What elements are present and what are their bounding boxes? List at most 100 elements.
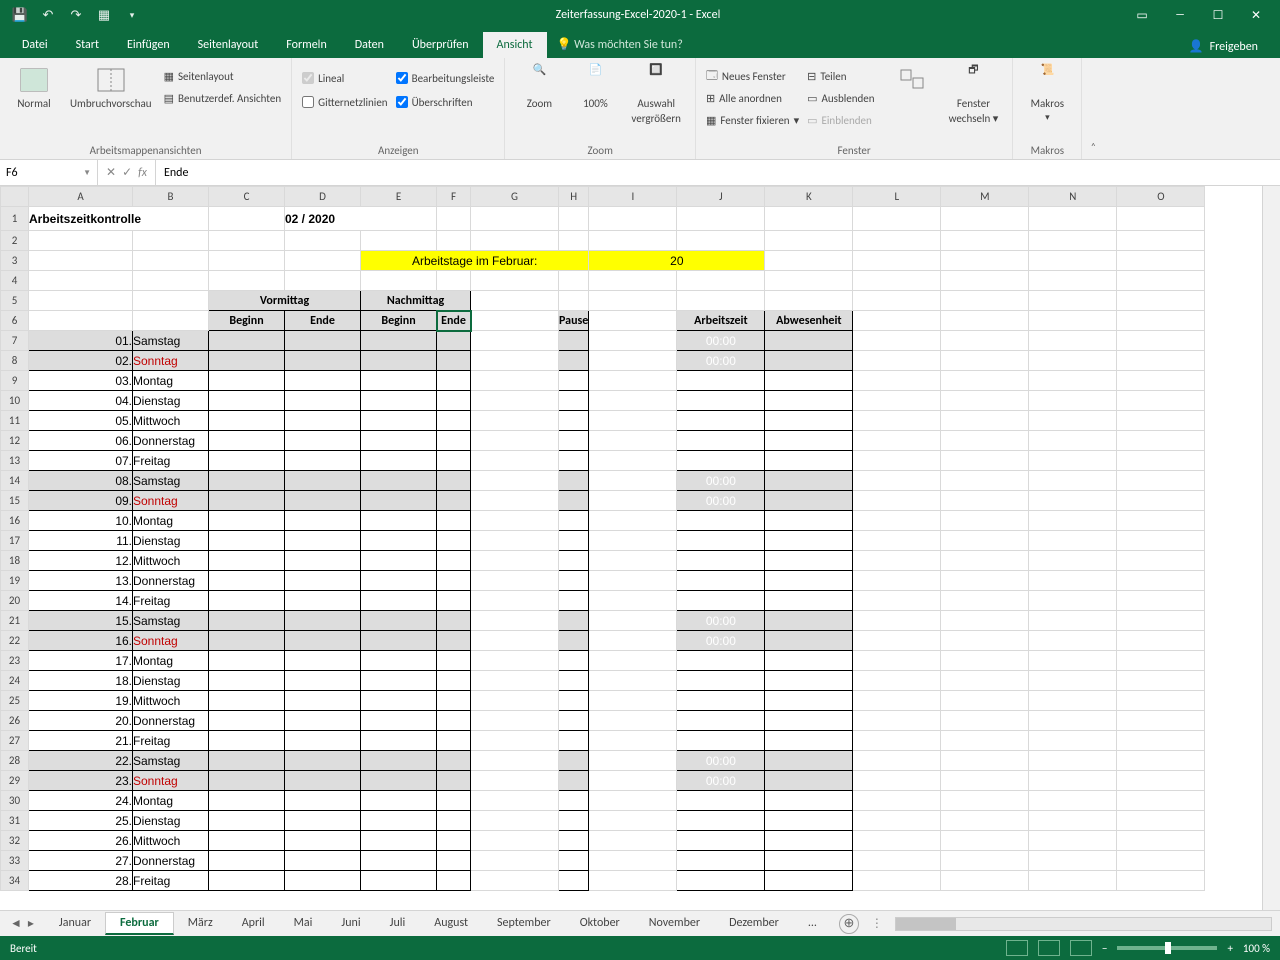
fenster-wechseln-button[interactable]: 🗗Fensterwechseln ▾ <box>945 62 1003 127</box>
row-header-14[interactable]: 14 <box>1 471 29 491</box>
sheet-tab-november[interactable]: November <box>634 912 715 935</box>
tab-daten[interactable]: Daten <box>341 32 398 58</box>
row-header-29[interactable]: 29 <box>1 771 29 791</box>
arbeitszeit-cell[interactable] <box>677 411 765 431</box>
row-header-32[interactable]: 32 <box>1 831 29 851</box>
tab-datei[interactable]: Datei <box>8 32 62 58</box>
day-name[interactable]: Donnerstag <box>133 711 209 731</box>
row-header-31[interactable]: 31 <box>1 811 29 831</box>
arbeitszeit-cell[interactable] <box>677 871 765 891</box>
horizontal-scrollbar[interactable] <box>895 917 1272 931</box>
day-number[interactable]: 08. <box>29 471 133 491</box>
makros-button[interactable]: 📜Makros▾ <box>1023 62 1071 125</box>
arbeitszeit-cell[interactable]: 00:00 <box>677 751 765 771</box>
row-header-3[interactable]: 3 <box>1 251 29 271</box>
row-header-15[interactable]: 15 <box>1 491 29 511</box>
day-name[interactable]: Mittwoch <box>133 551 209 571</box>
view-umbruch-button[interactable]: Umbruchvorschau <box>66 62 156 113</box>
close-icon[interactable]: ✕ <box>1238 3 1274 27</box>
tell-me[interactable]: 💡 Was möchten Sie tun? <box>547 31 693 58</box>
day-name[interactable]: Donnerstag <box>133 851 209 871</box>
redo-icon[interactable]: ↷ <box>64 3 88 27</box>
row-header-30[interactable]: 30 <box>1 791 29 811</box>
col-header-C[interactable]: C <box>209 187 285 207</box>
row-header-16[interactable]: 16 <box>1 511 29 531</box>
sheet-tab-mai[interactable]: Mai <box>279 912 328 935</box>
save-icon[interactable]: 💾 <box>8 3 32 27</box>
arbeitszeit-cell[interactable]: 00:00 <box>677 631 765 651</box>
day-name[interactable]: Montag <box>133 371 209 391</box>
teilen-button[interactable]: ⊟ Teilen <box>807 66 874 86</box>
day-number[interactable]: 05. <box>29 411 133 431</box>
row-header-1[interactable]: 1 <box>1 207 29 231</box>
zoom-in-icon[interactable]: + <box>1227 942 1232 955</box>
day-number[interactable]: 27. <box>29 851 133 871</box>
day-name[interactable]: Freitag <box>133 731 209 751</box>
row-header-7[interactable]: 7 <box>1 331 29 351</box>
day-name[interactable]: Sonntag <box>133 631 209 651</box>
row-header-13[interactable]: 13 <box>1 451 29 471</box>
sheet-nav-next-icon[interactable]: ▸ <box>28 916 34 931</box>
day-name[interactable]: Dienstag <box>133 671 209 691</box>
row-header-8[interactable]: 8 <box>1 351 29 371</box>
sheet-tab-april[interactable]: April <box>227 912 280 935</box>
day-name[interactable]: Donnerstag <box>133 431 209 451</box>
day-name[interactable]: Freitag <box>133 591 209 611</box>
row-header-21[interactable]: 21 <box>1 611 29 631</box>
fenster-fixieren-button[interactable]: ▦ Fenster fixieren ▾ <box>706 110 799 130</box>
day-number[interactable]: 13. <box>29 571 133 591</box>
arbeitszeit-cell[interactable]: 00:00 <box>677 331 765 351</box>
tab-formeln[interactable]: Formeln <box>272 32 340 58</box>
day-name[interactable]: Sonntag <box>133 491 209 511</box>
arbeitszeit-cell[interactable] <box>677 791 765 811</box>
arbeitszeit-cell[interactable] <box>677 711 765 731</box>
col-header-D[interactable]: D <box>285 187 361 207</box>
day-number[interactable]: 06. <box>29 431 133 451</box>
row-header-24[interactable]: 24 <box>1 671 29 691</box>
day-name[interactable]: Dienstag <box>133 811 209 831</box>
col-header-H[interactable]: H <box>559 187 589 207</box>
tabstrip-divider[interactable]: ⋮ <box>867 916 887 931</box>
day-number[interactable]: 11. <box>29 531 133 551</box>
day-number[interactable]: 02. <box>29 351 133 371</box>
arbeitszeit-cell[interactable] <box>677 391 765 411</box>
day-number[interactable]: 03. <box>29 371 133 391</box>
day-name[interactable]: Montag <box>133 511 209 531</box>
day-name[interactable]: Dienstag <box>133 391 209 411</box>
arbeitszeit-cell[interactable] <box>677 431 765 451</box>
row-header-18[interactable]: 18 <box>1 551 29 571</box>
arbeitszeit-cell[interactable] <box>677 731 765 751</box>
cancel-formula-icon[interactable]: ✕ <box>106 165 116 180</box>
row-header-5[interactable]: 5 <box>1 291 29 311</box>
col-header-L[interactable]: L <box>853 187 941 207</box>
sheet-tab-oktober[interactable]: Oktober <box>565 912 635 935</box>
day-number[interactable]: 07. <box>29 451 133 471</box>
chk-ueberschriften[interactable]: Überschriften <box>396 92 495 112</box>
arbeitszeit-cell[interactable]: 00:00 <box>677 471 765 491</box>
day-number[interactable]: 21. <box>29 731 133 751</box>
arbeitszeit-cell[interactable] <box>677 651 765 671</box>
day-name[interactable]: Samstag <box>133 331 209 351</box>
view-layout-icon[interactable] <box>1038 940 1060 956</box>
view-seitenlayout-button[interactable]: ▦ Seitenlayout <box>164 66 282 86</box>
view-break-icon[interactable] <box>1070 940 1092 956</box>
day-number[interactable]: 17. <box>29 651 133 671</box>
day-name[interactable]: Mittwoch <box>133 691 209 711</box>
day-name[interactable]: Samstag <box>133 751 209 771</box>
day-name[interactable]: Sonntag <box>133 771 209 791</box>
row-header-27[interactable]: 27 <box>1 731 29 751</box>
zoom-button[interactable]: 🔍Zoom <box>515 62 563 113</box>
share-button[interactable]: 👤 Freigeben <box>1181 35 1266 58</box>
day-number[interactable]: 14. <box>29 591 133 611</box>
sheet-tab-juni[interactable]: Juni <box>326 912 375 935</box>
arbeitszeit-cell[interactable]: 00:00 <box>677 491 765 511</box>
name-box[interactable]: F6▼ <box>0 160 98 185</box>
day-name[interactable]: Dienstag <box>133 531 209 551</box>
day-number[interactable]: 23. <box>29 771 133 791</box>
tab-start[interactable]: Start <box>62 32 113 58</box>
day-number[interactable]: 09. <box>29 491 133 511</box>
day-name[interactable]: Mittwoch <box>133 411 209 431</box>
day-name[interactable]: Sonntag <box>133 351 209 371</box>
sheet-nav-prev-icon[interactable]: ◄ <box>10 916 22 931</box>
row-header-22[interactable]: 22 <box>1 631 29 651</box>
